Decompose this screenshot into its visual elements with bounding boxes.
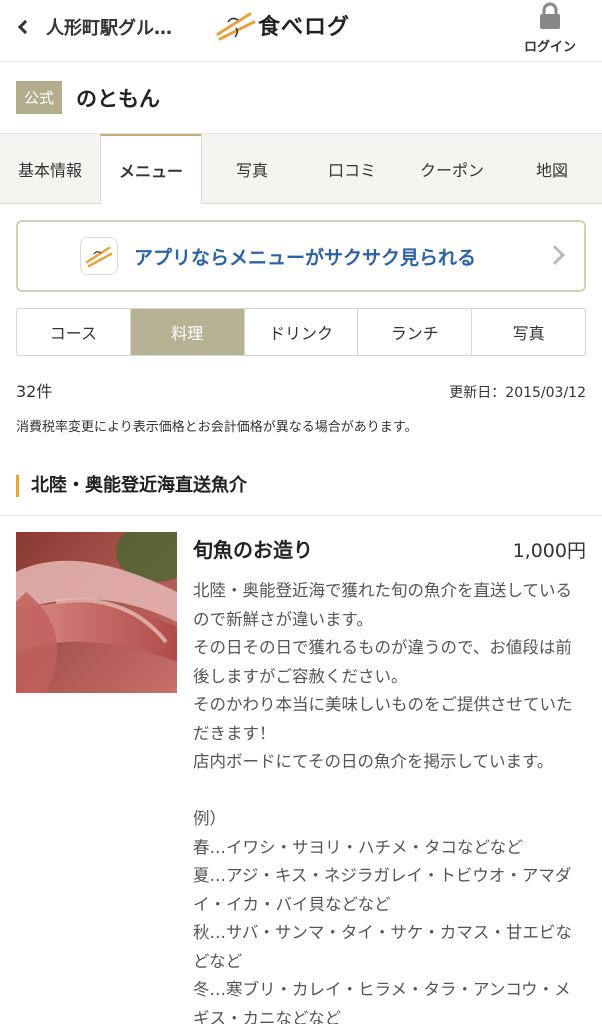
lock-icon bbox=[540, 2, 560, 29]
menu-category-tabs: コース 料理 ドリンク ランチ 写真 bbox=[16, 308, 586, 356]
menu-item: 旬魚のお造り 1,000円 北陸・奥能登近海で獲れた旬の魚介を直送しているので新… bbox=[0, 516, 602, 1024]
back-link-label: 人形町駅グル… bbox=[46, 18, 172, 39]
updated-date: 更新日：2015/03/12 bbox=[449, 385, 586, 401]
app-promo-text: アプリならメニューがサクサク見られる bbox=[134, 246, 477, 269]
back-link[interactable]: 人形町駅グル… bbox=[14, 10, 172, 44]
logo-text: 食べログ bbox=[258, 15, 351, 40]
subtab-drink[interactable]: ドリンク bbox=[245, 309, 359, 355]
tab-coupons[interactable]: クーポン bbox=[402, 134, 502, 203]
item-count: 32件 bbox=[16, 382, 53, 401]
menu-item-name: 旬魚のお造り bbox=[193, 538, 313, 562]
menu-item-price: 1,000円 bbox=[512, 540, 586, 562]
shop-name: のともん bbox=[76, 86, 161, 111]
app-header: 人形町駅グル… 食べログ ログイン bbox=[0, 0, 602, 62]
menu-item-head: 旬魚のお造り 1,000円 bbox=[193, 534, 586, 563]
login-label: ログイン bbox=[523, 40, 576, 55]
tab-map[interactable]: 地図 bbox=[502, 134, 602, 203]
chevron-right-icon bbox=[545, 245, 565, 265]
shop-title-bar: 公式 のともん bbox=[0, 62, 602, 134]
tab-info[interactable]: 基本情報 bbox=[0, 134, 100, 203]
chopsticks-logo-icon bbox=[214, 8, 258, 42]
subtab-course[interactable]: コース bbox=[17, 309, 131, 355]
menu-meta: 32件 更新日：2015/03/12 bbox=[0, 378, 602, 402]
tax-notice: 消費税率変更により表示価格とお会計価格が異なる場合があります。 bbox=[16, 420, 418, 435]
menu-item-photo[interactable] bbox=[16, 532, 177, 693]
app-promo-banner[interactable]: アプリならメニューがサクサク見られる bbox=[16, 220, 586, 292]
tab-reviews[interactable]: 口コミ bbox=[302, 134, 402, 203]
subtab-lunch[interactable]: ランチ bbox=[358, 309, 473, 355]
subtab-food[interactable]: 料理 bbox=[130, 309, 245, 355]
tabelog-logo[interactable]: 食べログ bbox=[214, 8, 350, 42]
login-button[interactable]: ログイン bbox=[518, 2, 582, 55]
chevron-left-icon bbox=[17, 19, 33, 35]
subtab-photo[interactable]: 写真 bbox=[472, 309, 585, 355]
main-tabs: 基本情報 メニュー 写真 口コミ クーポン 地図 bbox=[0, 134, 602, 204]
app-icon bbox=[80, 237, 118, 275]
menu-item-description: 北陸・奥能登近海で獲れた旬の魚介を直送しているので新鮮さが違います。 その日その… bbox=[193, 581, 573, 1024]
tab-menu[interactable]: メニュー bbox=[100, 134, 202, 204]
section-title: 北陸・奥能登近海直送魚介 bbox=[16, 475, 602, 497]
tab-photos[interactable]: 写真 bbox=[202, 134, 302, 203]
official-badge: 公式 bbox=[16, 81, 63, 114]
menu-item-body: 旬魚のお造り 1,000円 北陸・奥能登近海で獲れた旬の魚介を直送しているので新… bbox=[193, 532, 586, 1024]
